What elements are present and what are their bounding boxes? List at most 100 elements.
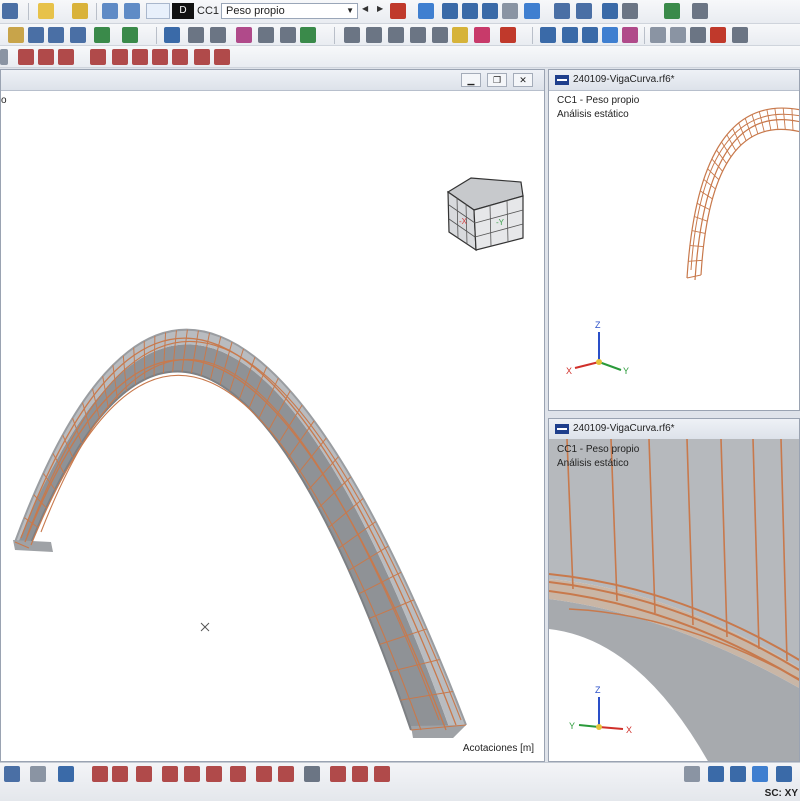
curve-icon[interactable] <box>236 27 252 43</box>
load-icon[interactable] <box>102 3 118 19</box>
z-axis-label: Z <box>595 685 601 695</box>
surface-icon[interactable] <box>70 27 86 43</box>
line-icon[interactable] <box>28 27 44 43</box>
curved-beam-model[interactable] <box>13 328 467 738</box>
rebar-10-icon[interactable] <box>214 49 230 65</box>
top-right-view[interactable]: 240109-VigaCurva.rf6* CC1 - Peso propio … <box>548 69 800 411</box>
close-icon[interactable] <box>710 27 726 43</box>
rebar-tool-icon[interactable] <box>92 766 108 782</box>
rebar-tool-8-icon[interactable] <box>256 766 272 782</box>
plane-icon[interactable] <box>258 27 274 43</box>
rebar-tool-5-icon[interactable] <box>184 766 200 782</box>
box-icon[interactable] <box>280 27 296 43</box>
table-icon[interactable] <box>2 3 18 19</box>
prev-load-case-icon[interactable]: ◀ <box>362 4 368 13</box>
hinge-icon[interactable] <box>122 27 138 43</box>
rebar-tool-4-icon[interactable] <box>162 766 178 782</box>
more-icon[interactable] <box>0 49 8 65</box>
magic-icon[interactable] <box>452 27 468 43</box>
snap-3-icon[interactable] <box>602 27 618 43</box>
edit-icon[interactable] <box>38 3 54 19</box>
calc-icon[interactable] <box>664 3 680 19</box>
node-tool-icon[interactable] <box>30 766 46 782</box>
rebar-6-icon[interactable] <box>132 49 148 65</box>
values-3-icon[interactable] <box>482 3 498 19</box>
snap-icon[interactable] <box>562 27 578 43</box>
object-snap-icon[interactable] <box>752 766 768 782</box>
member-icon[interactable] <box>602 3 618 19</box>
bottom-right-view[interactable]: 240109-VigaCurva.rf6* Z Y X CC1 - Peso p… <box>548 418 800 762</box>
rebar-tool-6-icon[interactable] <box>206 766 222 782</box>
snap-grid-icon[interactable] <box>540 27 556 43</box>
member-2-icon[interactable] <box>48 27 64 43</box>
rebar-9-icon[interactable] <box>194 49 210 65</box>
rebar-tool-10-icon[interactable] <box>330 766 346 782</box>
chart-icon[interactable] <box>500 27 516 43</box>
move-icon[interactable] <box>300 27 316 43</box>
select-tool-icon[interactable] <box>304 766 320 782</box>
pin-icon[interactable] <box>474 27 490 43</box>
main-view[interactable]: ▁ ❐ ✕ o -X -Y Acotaciones [m] <box>0 69 545 762</box>
eraser-icon[interactable] <box>670 27 686 43</box>
info-icon[interactable] <box>72 3 88 19</box>
view-icon[interactable] <box>524 3 540 19</box>
deform-icon[interactable] <box>554 3 570 19</box>
filter-icon[interactable] <box>164 27 180 43</box>
results-icon[interactable] <box>390 3 406 19</box>
chevron-down-icon[interactable]: ▼ <box>346 4 354 18</box>
rebar-8-icon[interactable] <box>172 49 188 65</box>
snap-2-icon[interactable] <box>582 27 598 43</box>
load-case-color <box>146 3 170 19</box>
triangle-icon[interactable] <box>690 27 706 43</box>
copy-icon[interactable] <box>344 27 360 43</box>
support-icon[interactable] <box>94 27 110 43</box>
project-icon[interactable] <box>432 27 448 43</box>
rebar-tool-2-icon[interactable] <box>112 766 128 782</box>
stirrup <box>774 108 779 130</box>
numbering-icon[interactable] <box>58 766 74 782</box>
bottom-right-load-case: CC1 - Peso propio <box>557 444 640 455</box>
dimension-icon[interactable] <box>692 3 708 19</box>
bottom-right-title: 240109-VigaCurva.rf6* <box>573 423 675 434</box>
view-cube[interactable]: -X -Y <box>446 177 524 252</box>
load-case-select[interactable]: Peso propio ▼ <box>221 3 358 19</box>
rebar-5-icon[interactable] <box>112 49 128 65</box>
separator <box>644 27 645 44</box>
separator <box>334 27 335 44</box>
rebar-tool-7-icon[interactable] <box>230 766 246 782</box>
rebar-tool-3-icon[interactable] <box>136 766 152 782</box>
camera-icon[interactable] <box>732 27 748 43</box>
show-results-icon[interactable] <box>418 3 434 19</box>
rotate-icon[interactable] <box>366 27 382 43</box>
next-load-case-icon[interactable]: ▶ <box>377 4 383 13</box>
scale-2-icon[interactable] <box>410 27 426 43</box>
rebar-2-icon[interactable] <box>38 49 54 65</box>
rebar-4-icon[interactable] <box>90 49 106 65</box>
rebar-icon[interactable] <box>18 49 34 65</box>
separator <box>156 27 157 44</box>
link-icon[interactable] <box>650 27 666 43</box>
cube-y-label: -Y <box>496 218 505 227</box>
guides-icon[interactable] <box>776 766 792 782</box>
grid-snap-icon[interactable] <box>708 766 724 782</box>
rebar-3-icon[interactable] <box>58 49 74 65</box>
table-icon[interactable] <box>4 766 20 782</box>
mirror-icon[interactable] <box>388 27 404 43</box>
values-icon[interactable] <box>442 3 458 19</box>
grid-show-icon[interactable] <box>730 766 746 782</box>
cube-icon[interactable] <box>502 3 518 19</box>
rebar-7-icon[interactable] <box>152 49 168 65</box>
frame-icon[interactable] <box>188 27 204 43</box>
rebar-tool-11-icon[interactable] <box>352 766 368 782</box>
rebar-tool-12-icon[interactable] <box>374 766 390 782</box>
ortho-icon[interactable] <box>684 766 700 782</box>
node-icon[interactable] <box>8 27 24 43</box>
toolbar-row-2 <box>0 24 800 46</box>
rebar-tool-9-icon[interactable] <box>278 766 294 782</box>
values-2-icon[interactable] <box>462 3 478 19</box>
load-edit-icon[interactable] <box>124 3 140 19</box>
snap-4-icon[interactable] <box>622 27 638 43</box>
grid-icon[interactable] <box>210 27 226 43</box>
section-icon[interactable] <box>622 3 638 19</box>
scale-icon[interactable] <box>576 3 592 19</box>
